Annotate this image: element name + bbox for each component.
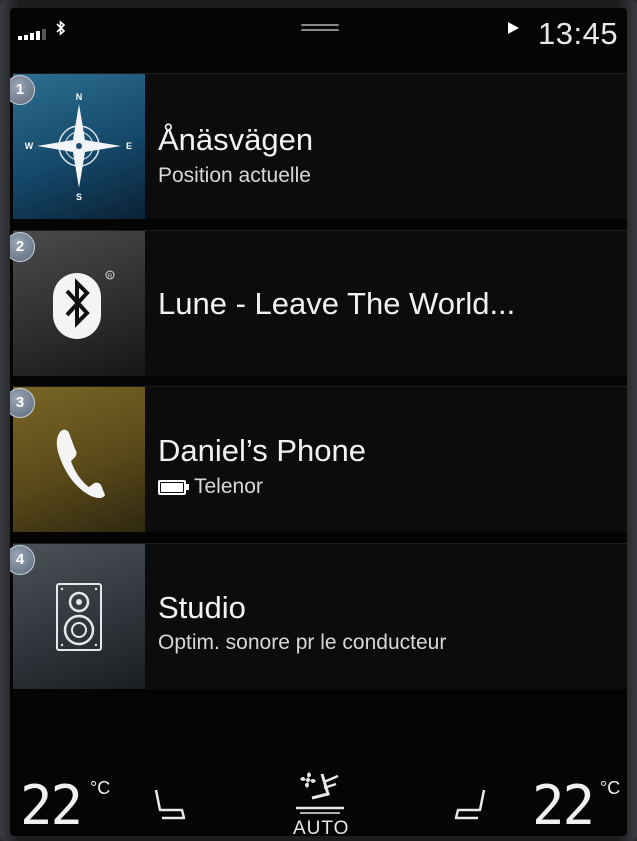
center-display: 13:45 1 N S E W Ånäsvägen Position actue…: [10, 8, 627, 836]
left-temperature[interactable]: 22: [20, 774, 83, 836]
navigation-subtitle: Position actuelle: [158, 164, 311, 187]
auto-climate-label[interactable]: AUTO: [293, 818, 349, 836]
compass-north-label: N: [76, 92, 83, 102]
compass-west-label: W: [25, 141, 34, 151]
signal-icon: [18, 29, 46, 40]
phone-subtitle: Telenor: [158, 475, 263, 499]
media-tile[interactable]: 2 R Lune - Leave The World...: [10, 230, 627, 376]
navigation-title: Ånäsvägen: [158, 122, 314, 157]
bluetooth-icon: [56, 20, 66, 36]
left-temperature-unit: °C: [90, 778, 111, 798]
climate-bar: 22 °C AUTO 22 °C: [10, 768, 627, 836]
phone-tile[interactable]: 3 Daniel’s Phone Telenor: [10, 386, 627, 532]
carrier-name: Telenor: [194, 475, 263, 498]
right-temperature[interactable]: 22: [532, 774, 595, 836]
right-temperature-unit: °C: [600, 778, 621, 798]
audio-tile[interactable]: 4 Studio Optim. sonore pr le conducteur: [10, 543, 627, 689]
battery-icon: [158, 479, 189, 495]
play-icon: [508, 22, 519, 34]
left-seat-heat-icon[interactable]: [150, 786, 190, 822]
fan-icon[interactable]: [290, 768, 350, 818]
compass-east-label: E: [126, 141, 132, 151]
phone-title: Daniel’s Phone: [158, 433, 366, 468]
audio-subtitle: Optim. sonore pr le conducteur: [158, 631, 447, 654]
compass-south-label: S: [76, 192, 82, 202]
drawer-handle[interactable]: [301, 24, 339, 32]
svg-text:R: R: [108, 274, 113, 280]
right-seat-heat-icon[interactable]: [450, 786, 490, 822]
clock: 13:45: [538, 16, 619, 51]
status-bar: 13:45: [10, 8, 627, 79]
audio-title: Studio: [158, 590, 246, 625]
navigation-tile[interactable]: 1 N S E W Ånäsvägen Position actuelle: [10, 73, 627, 219]
media-title: Lune - Leave The World...: [158, 286, 516, 321]
